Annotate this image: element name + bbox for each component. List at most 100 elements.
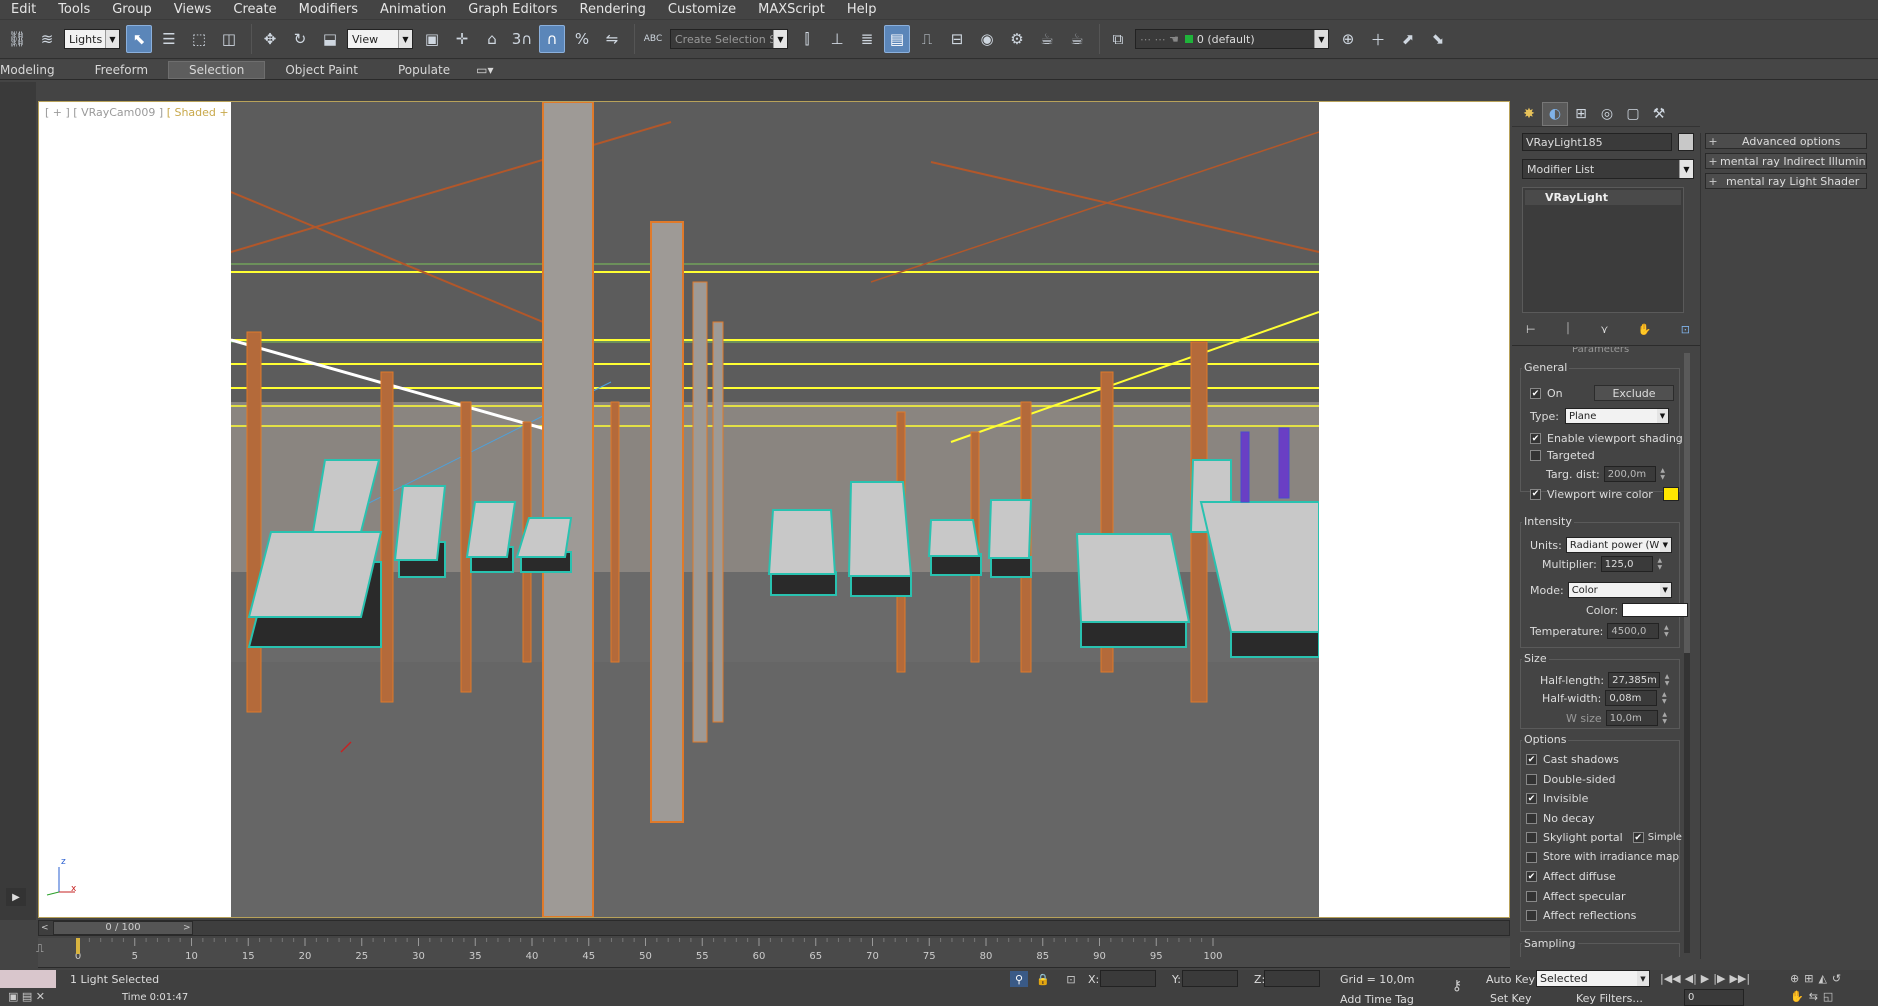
option-checkbox[interactable]: ✔ (1526, 793, 1537, 804)
layer-manager-icon[interactable]: ≣ (854, 25, 880, 53)
rollout-header[interactable]: Parameters (1572, 347, 1629, 353)
x-coord-field[interactable] (1100, 970, 1156, 987)
ribbon-tab[interactable]: Modeling (0, 61, 75, 79)
light-color-swatch[interactable] (1622, 603, 1689, 617)
add-layer-icon[interactable]: ⊕ (1335, 25, 1361, 53)
next-key-icon[interactable]: |▶ (1713, 972, 1725, 985)
window-crossing-icon[interactable]: ◫ (216, 25, 242, 53)
option-row[interactable]: ✔ Invisible (1526, 792, 1588, 805)
mirror-icon[interactable]: ⫿ (794, 25, 820, 53)
snap-toggle-icon[interactable]: 3 ∩ (509, 25, 535, 53)
option-checkbox[interactable] (1526, 832, 1537, 843)
schematic-view-icon[interactable]: ⊟ (944, 25, 970, 53)
unlink-icon[interactable]: ≋ (34, 25, 60, 53)
object-name-field[interactable]: VRayLight185 (1522, 133, 1672, 151)
multiplier-spinner[interactable]: 125,0 (1600, 556, 1653, 572)
layer-dropdown[interactable]: ⋯ ⋯ ☚ 0 (default) ▼ (1135, 29, 1329, 49)
go-to-start-icon[interactable]: |◀◀ (1660, 972, 1681, 985)
rect-selection-icon[interactable]: ⬚ (186, 25, 212, 53)
field-of-view-icon[interactable]: ◭ (1818, 972, 1826, 985)
zoom-icon[interactable]: ⊕ (1790, 972, 1799, 985)
ribbon-tab[interactable]: Selection (168, 60, 266, 79)
ribbon-tab[interactable]: Object Paint (265, 61, 378, 79)
key-icon[interactable]: ⚷ (1448, 978, 1466, 994)
edit-named-sets-icon[interactable]: ABC (640, 25, 666, 53)
prev-frame-icon[interactable]: < (41, 923, 49, 933)
link-icon[interactable]: ⛓ (4, 25, 30, 53)
half-length-spinner[interactable]: 27,385m (1608, 672, 1661, 688)
key-selected-dropdown[interactable]: Selected ▼ (1536, 970, 1650, 987)
select-manipulate-icon[interactable]: ✛ (449, 25, 475, 53)
ribbon-options-icon[interactable]: ▭▾ (470, 61, 499, 79)
menu-item[interactable]: Views (163, 2, 223, 17)
time-slider[interactable]: < 0 / 100 > (38, 920, 1510, 936)
spinner-arrows-icon[interactable]: ▲ ▼ (1660, 710, 1670, 726)
z-coord-field[interactable] (1264, 970, 1320, 987)
panel-scrollbar[interactable] (1684, 353, 1690, 953)
percent-snap-icon[interactable]: % (569, 25, 595, 53)
rollout-mr-light-shader[interactable]: + mental ray Light Shader (1705, 173, 1867, 189)
spinner-arrows-icon[interactable]: ▲ ▼ (1655, 556, 1665, 572)
viewport-camera-label[interactable]: [ + ] [ VRayCam009 ] (45, 106, 163, 119)
pivot-center-icon[interactable]: ▣ (419, 25, 445, 53)
create-layer-icon[interactable]: ＋ (1365, 25, 1391, 53)
w-size-spinner[interactable]: 10,0m (1605, 710, 1658, 726)
menu-item[interactable]: Help (836, 2, 888, 17)
named-selection-dropdown[interactable]: Create Selection Se ▼ (670, 29, 788, 49)
ref-coord-dropdown[interactable]: View ▼ (347, 29, 413, 49)
select-layer-icon[interactable]: ⬈ (1395, 25, 1421, 53)
select-object-icon[interactable]: ⬉ (126, 25, 152, 53)
option-checkbox[interactable]: ✔ (1526, 871, 1537, 882)
exclude-button[interactable]: Exclude (1594, 385, 1674, 401)
wire-color-row[interactable]: ✔ Viewport wire color (1530, 487, 1679, 501)
motion-tab-icon[interactable]: ◎ (1594, 102, 1620, 126)
play-icon[interactable]: ▶ (6, 888, 26, 906)
hierarchy-tab-icon[interactable]: ⊞ (1568, 102, 1594, 126)
isolate-selection-icon[interactable]: ⚲ (1010, 971, 1028, 987)
selection-filter-dropdown[interactable]: Lights ▼ (64, 29, 120, 49)
walkthrough-icon[interactable]: ⇆ (1809, 990, 1818, 1003)
render-frame-icon[interactable]: ☕ (1034, 25, 1060, 53)
track-bar[interactable]: ⎍ 0 5 10 15 20 25 30 35 40 45 50 55 60 65 70 75 80 85 90 95… (36, 938, 1510, 968)
rollout-mr-indirect-illumination[interactable]: +mental ray Indirect Illumination (1705, 153, 1867, 169)
zoom-all-icon[interactable]: ⊞ (1804, 972, 1813, 985)
selection-lock-icon[interactable]: 🔒 (1034, 971, 1052, 987)
object-color-swatch[interactable] (1678, 133, 1694, 151)
option-row[interactable]: ✔ Affect diffuse (1526, 870, 1616, 883)
option-row[interactable]: Double-sided (1526, 773, 1615, 786)
render-setup-icon[interactable]: ⚙ (1004, 25, 1030, 53)
option-checkbox[interactable]: ✔ (1526, 754, 1537, 765)
option-row[interactable]: Store with irradiance map (1526, 851, 1679, 863)
option-checkbox[interactable] (1526, 851, 1537, 863)
spinner-arrows-icon[interactable]: ▲ ▼ (1658, 466, 1668, 482)
configure-sets-icon[interactable]: ⊡ (1681, 323, 1690, 336)
ribbon-tab[interactable]: Populate (378, 61, 470, 79)
mode-dropdown[interactable]: Color ▼ (1567, 582, 1672, 598)
next-frame-icon[interactable]: > (183, 923, 191, 933)
pin-stack-icon[interactable]: ⊢ (1526, 323, 1536, 336)
orbit-icon[interactable]: ↺ (1832, 972, 1841, 985)
play-animation-icon[interactable]: ▶ (1701, 972, 1709, 985)
add-time-tag[interactable]: Add Time Tag (1340, 993, 1414, 1006)
layer-explorer-icon[interactable]: ⧉ (1105, 25, 1131, 53)
material-editor-icon[interactable]: ◉ (974, 25, 1000, 53)
select-by-name-icon[interactable]: ☰ (156, 25, 182, 53)
option-row[interactable]: Affect reflections (1526, 909, 1636, 922)
wire-color-checkbox[interactable]: ✔ (1530, 488, 1541, 500)
modifier-stack[interactable]: VRayLight (1522, 187, 1684, 313)
modify-tab-icon[interactable]: ◐ (1542, 101, 1568, 126)
remove-modifier-icon[interactable]: ✋ (1638, 323, 1652, 336)
menu-item[interactable]: Graph Editors (457, 2, 568, 17)
scene-explorer-icon[interactable]: ▤ (884, 25, 910, 53)
viewport-shading-checkbox[interactable]: ✔ (1530, 433, 1541, 444)
render-production-icon[interactable]: ☕ (1064, 25, 1090, 53)
option-checkbox[interactable] (1526, 910, 1537, 921)
auto-key-button[interactable]: Auto Key (1486, 973, 1535, 986)
type-dropdown[interactable]: Plane ▼ (1564, 408, 1669, 424)
time-slider-thumb[interactable]: 0 / 100 (53, 921, 193, 935)
menu-item[interactable]: Rendering (569, 2, 657, 17)
spinner-arrows-icon[interactable]: ▲ ▼ (1659, 690, 1669, 706)
modifier-list-dropdown[interactable]: Modifier List ▼ (1522, 159, 1694, 179)
viewport[interactable]: [ + ] [ VRayCam009 ] [ Shaded + Edged Fa… (38, 101, 1510, 918)
targeted-row[interactable]: Targeted (1530, 449, 1595, 462)
